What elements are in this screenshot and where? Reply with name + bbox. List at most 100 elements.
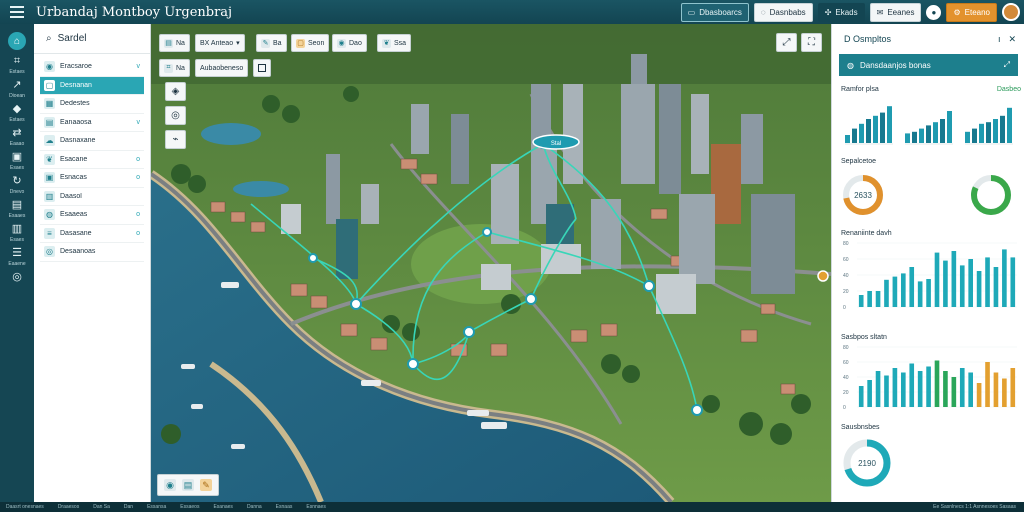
avatar[interactable] <box>1002 3 1020 21</box>
bar <box>887 106 892 143</box>
bar <box>884 375 889 407</box>
draw-icon[interactable]: ✎ <box>200 479 212 491</box>
menu-icon[interactable] <box>0 0 34 24</box>
rail-item-share[interactable]: ⇄ Eaaao <box>2 127 32 147</box>
bar <box>947 111 952 143</box>
rail-item-image[interactable]: ▣ Esaes <box>2 151 32 171</box>
tools-button[interactable]: ✣ Ekads <box>817 2 865 22</box>
tools-icon: ✣ <box>824 7 832 17</box>
rail-item-refresh[interactable]: ↻ Dnevo <box>2 175 32 195</box>
bar <box>909 267 915 307</box>
user-circle-icon[interactable]: ● <box>926 4 942 20</box>
map-filter-chip[interactable]: ◉ Dao <box>332 34 367 52</box>
side-item[interactable]: ▣ Esnacas o <box>40 169 144 188</box>
bar <box>1007 107 1012 143</box>
city-map[interactable]: Stal ▤ Na BX Anteao ▾ ✎ Ba ▢ Seon ◉ Dao ❦ Ssa … <box>151 24 831 502</box>
bar <box>1002 249 1007 307</box>
bar <box>993 372 999 407</box>
map-filter-chip[interactable]: Aubaobeneso <box>195 59 249 77</box>
layer-icon: ▢ <box>44 79 55 91</box>
layers-icon[interactable]: ▤ <box>182 479 194 491</box>
layer-icon: ▢ <box>296 38 305 48</box>
side-item[interactable]: ▥ Daasol <box>40 188 144 206</box>
bar <box>934 360 940 407</box>
side-item[interactable]: ◉ Eracsaroe v <box>40 58 144 77</box>
messages-button[interactable]: ◌ Dasnbabs <box>753 2 813 22</box>
y-tick-label: 20 <box>843 390 849 396</box>
bar <box>852 128 857 143</box>
zoom-button[interactable]: ◎ <box>165 106 186 125</box>
side-list: ◉ Eracsaroe v ▢ Desnanan ▦ Dedestes ▤ Eanaaos… <box>34 54 150 262</box>
grouped-bar-chart <box>845 106 1013 145</box>
settings-button[interactable]: ⚙ Eteano <box>946 2 997 22</box>
rail-item-globe[interactable]: ◎ <box>2 271 32 284</box>
locate-icon[interactable]: ◉ <box>164 479 176 491</box>
map-filter-chip[interactable]: ❦ Ssa <box>377 34 412 52</box>
rail-item-route[interactable]: ↗ Dioean <box>2 79 32 99</box>
y-tick-label: 60 <box>843 360 849 366</box>
dashboards-button[interactable]: ▭ Dbasboarcs <box>680 2 749 22</box>
layers-icon: ◆ <box>12 103 22 115</box>
y-tick-label: 0 <box>843 305 846 311</box>
bar <box>959 368 965 407</box>
side-item[interactable]: ◎ Desaanoas <box>40 243 144 262</box>
marker-label: Stal <box>551 141 561 147</box>
side-panel: ⌕ Sardel ◉ Eracsaroe v ▢ Desnanan ▦ Dedestes… <box>34 24 151 502</box>
rail-item-layers[interactable]: ◆ Estaes <box>2 103 32 123</box>
bar <box>1010 257 1016 307</box>
fullscreen-button[interactable]: ⛶ <box>801 33 822 52</box>
side-item[interactable]: ▤ Eanaaosa v <box>40 114 144 132</box>
rail-item-home[interactable]: ⌂ <box>2 32 32 51</box>
side-item[interactable]: ≡ Dasasane o <box>40 225 144 243</box>
side-item[interactable]: ▦ Dedestes <box>40 95 144 114</box>
navigate-button[interactable]: ◈ <box>165 82 186 101</box>
rail-label: Eaaao <box>9 141 25 147</box>
side-item[interactable]: ☁ Dasnaxane <box>40 132 144 151</box>
card-title-text: Renaniinte davh <box>841 230 892 237</box>
close-icon[interactable]: ✕ <box>1008 34 1016 45</box>
checkbox[interactable] <box>253 59 271 77</box>
rail-item-chart[interactable]: ▤ Esaaes <box>2 199 32 219</box>
ruler-icon: ⌁ <box>172 134 179 145</box>
marker-stal: Stal <box>532 134 580 150</box>
chart-icon: ▤ <box>44 116 55 128</box>
expand-button[interactable]: ⤢ <box>776 33 797 52</box>
side-search[interactable]: ⌕ Sardel <box>34 24 150 54</box>
bar <box>976 271 982 307</box>
side-item[interactable]: ❦ Esacane o <box>40 151 144 169</box>
map-filter-chip[interactable]: BX Anteao ▾ <box>195 34 245 52</box>
measure-button[interactable]: ⌁ <box>165 130 186 149</box>
rail-label: Esaes <box>10 165 24 171</box>
status-item: Dan <box>123 504 134 510</box>
bar <box>968 372 973 407</box>
map-canvas: Stal <box>151 24 831 502</box>
bar <box>959 265 965 307</box>
bar <box>875 291 881 307</box>
rail-label: Eaaene <box>8 261 26 267</box>
leaf-icon: ❦ <box>44 153 55 165</box>
map-filter-chip[interactable]: ⌗ Na <box>159 59 190 77</box>
side-item[interactable]: ◍ Esaaeas o <box>40 206 144 225</box>
mail-button[interactable]: ✉ Eeanes <box>869 2 922 22</box>
map-filter-chip[interactable]: ▢ Seon <box>291 34 330 52</box>
target-icon: ◎ <box>171 110 180 121</box>
card-title-text: Sasbpos sltatn <box>841 334 887 341</box>
rail-item-list[interactable]: ☰ Eaaene <box>2 247 32 267</box>
status-right: Ee Sasnlnecs 1:1 Asnnesoes Sasaas <box>933 504 1016 510</box>
app-title: Urbandaj Montboy Urgenbraj <box>36 4 233 20</box>
map-filter-chip[interactable]: ✎ Ba <box>256 34 287 52</box>
chevron-down-icon: ▾ <box>236 40 240 47</box>
chart-card-1: Ramfor plsa Dasbeo <box>841 86 1021 155</box>
rail-item-grid[interactable]: ⌗ Estaes <box>2 55 32 75</box>
pin-icon[interactable]: ı <box>998 34 1001 44</box>
y-tick-label: 80 <box>843 241 849 247</box>
right-panel-title: D Osmpltos <box>844 34 892 44</box>
card-title-text: Sausbnsbes <box>841 424 880 431</box>
right-panel-tab[interactable]: ◍ Dansdaanjos bonas ⤢ <box>839 54 1018 76</box>
rail-item-doc[interactable]: ▥ Esaes <box>2 223 32 243</box>
bar <box>968 259 973 307</box>
bar <box>1002 378 1007 407</box>
bar-chart: 80 60 40 20 0 <box>843 241 1017 311</box>
map-filter-chip[interactable]: ▤ Na <box>159 34 190 52</box>
side-item-active[interactable]: ▢ Desnanan <box>40 76 144 95</box>
